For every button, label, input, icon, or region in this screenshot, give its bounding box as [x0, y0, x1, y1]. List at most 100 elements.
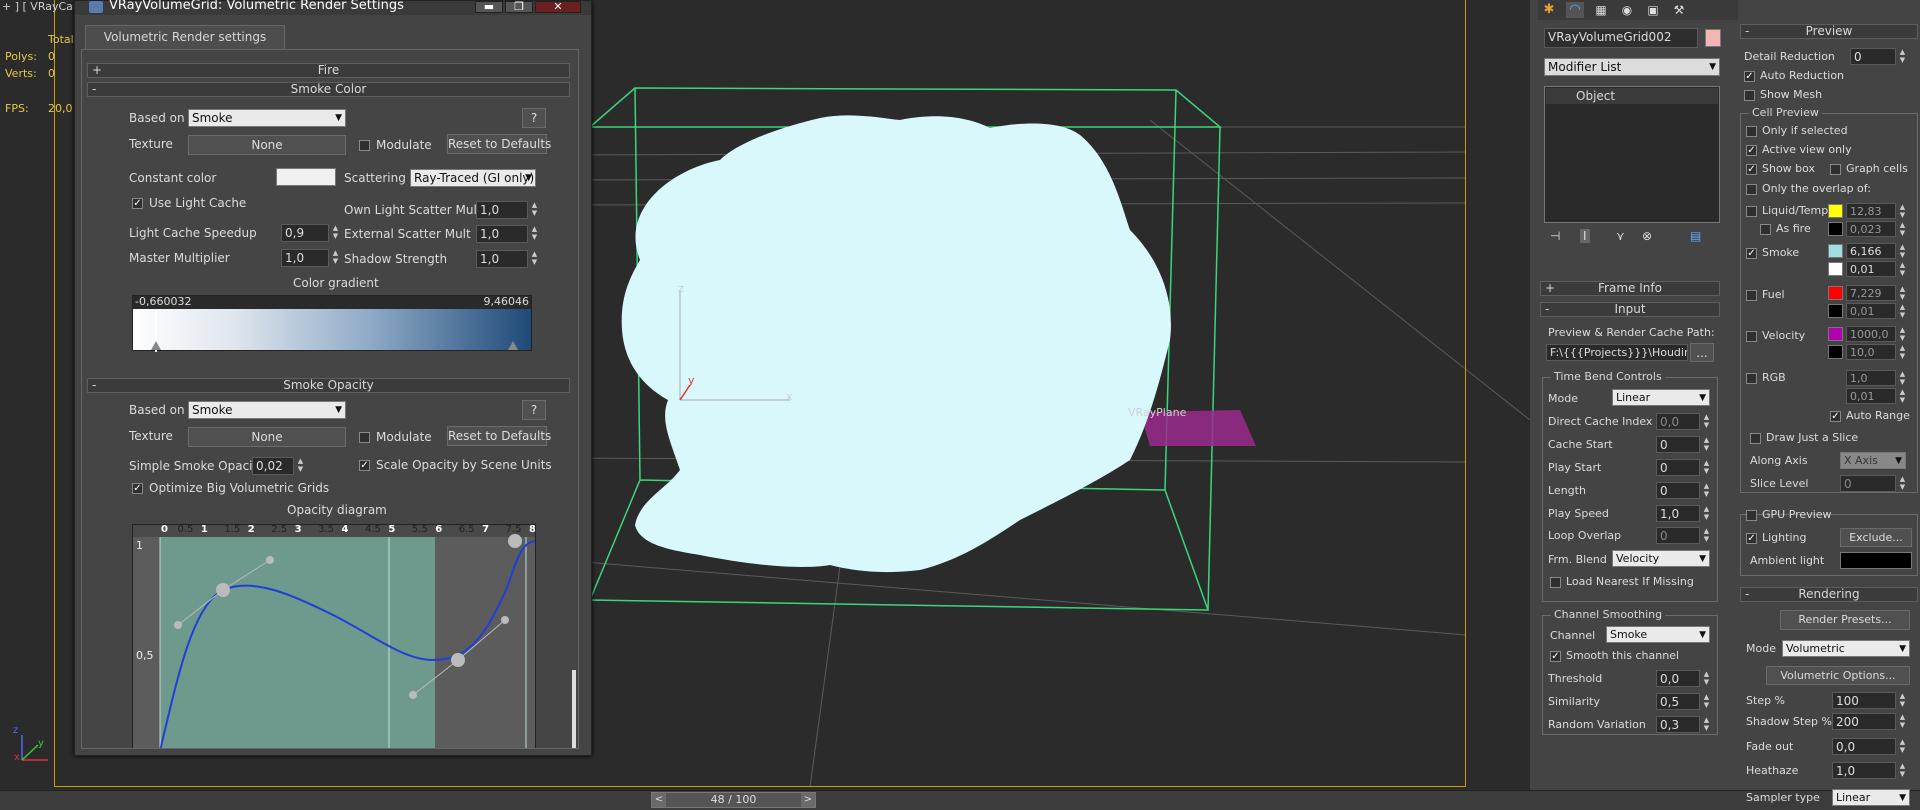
- fade-out-spinner[interactable]: ▲ ▼: [1898, 738, 1907, 755]
- rgb-value-2[interactable]: 0,01: [1846, 388, 1896, 404]
- cache-path-browse-button[interactable]: ...: [1690, 343, 1714, 362]
- fire-rollout-header[interactable]: + Fire: [87, 63, 570, 78]
- liquid-color-swatch-2[interactable]: [1828, 222, 1843, 236]
- direct-cache-input[interactable]: 0,0: [1656, 413, 1700, 430]
- similarity-spinner[interactable]: ▲ ▼: [1702, 693, 1711, 710]
- dialog-titlebar[interactable]: VRayVolumeGrid: Volumetric Render Settin…: [75, 0, 591, 15]
- smoke-spinner-1[interactable]: ▲ ▼: [1898, 243, 1907, 259]
- sampler-type-select[interactable]: Linear: [1832, 789, 1910, 806]
- detail-reduction-input[interactable]: 0: [1850, 48, 1896, 65]
- direct-cache-spinner[interactable]: ▲ ▼: [1702, 413, 1711, 430]
- graph-cells-checkbox[interactable]: [1830, 164, 1841, 175]
- lighting-checkbox[interactable]: ✓: [1746, 533, 1757, 544]
- simple-opacity-spinner[interactable]: ▲ ▼: [296, 457, 305, 475]
- auto-range-checkbox[interactable]: ✓: [1830, 411, 1841, 422]
- use-light-cache-checkbox[interactable]: ✓: [132, 198, 143, 209]
- create-tab-icon[interactable]: ✱: [1540, 2, 1558, 18]
- modifier-list-select[interactable]: Modifier List: [1544, 58, 1720, 76]
- fuel-value-2[interactable]: 0,01: [1846, 303, 1896, 319]
- show-mesh-checkbox[interactable]: [1744, 90, 1755, 101]
- threshold-input[interactable]: 0,0: [1656, 670, 1700, 687]
- fuel-spinner-1[interactable]: ▲ ▼: [1898, 285, 1907, 301]
- constant-color-swatch[interactable]: [276, 168, 336, 186]
- frame-info-rollout-header[interactable]: + Frame Info: [1540, 281, 1720, 296]
- own-light-spinner[interactable]: ▲ ▼: [530, 201, 539, 219]
- tab-volumetric-render-settings[interactable]: Volumetric Render settings: [85, 25, 285, 49]
- liquid-color-swatch[interactable]: [1828, 204, 1843, 218]
- heathaze-input[interactable]: 1,0: [1832, 762, 1896, 779]
- color-gradient-bar[interactable]: -0,660032 9,46046: [132, 295, 532, 352]
- shadow-step-input[interactable]: 200: [1832, 713, 1896, 730]
- only-overlap-checkbox[interactable]: [1746, 184, 1757, 195]
- hierarchy-tab-icon[interactable]: ▦: [1592, 2, 1610, 18]
- smoke-value-2[interactable]: 0,01: [1846, 261, 1896, 277]
- smoke-checkbox[interactable]: ✓: [1746, 248, 1757, 259]
- auto-reduction-checkbox[interactable]: ✓: [1744, 71, 1755, 82]
- input-rollout-header[interactable]: - Input: [1540, 302, 1720, 317]
- smoke-color-swatch-2[interactable]: [1828, 262, 1843, 276]
- detail-reduction-spinner[interactable]: ▲ ▼: [1898, 48, 1907, 65]
- time-slider[interactable]: < 48 / 100 >: [651, 792, 816, 808]
- smoke-color-swatch[interactable]: [1828, 244, 1843, 258]
- pin-stack-icon[interactable]: ⊣: [1550, 229, 1560, 243]
- preview-rollout-header[interactable]: - Preview: [1740, 24, 1918, 39]
- liquid-spinner-2[interactable]: ▲ ▼: [1898, 221, 1907, 237]
- ext-scatter-input[interactable]: 1,0: [476, 225, 528, 243]
- object-color-swatch[interactable]: [1705, 29, 1721, 47]
- velocity-spinner-1[interactable]: ▲ ▼: [1898, 326, 1907, 342]
- along-axis-select[interactable]: X Axis: [1840, 452, 1906, 469]
- frm-blend-select[interactable]: Velocity: [1612, 550, 1710, 567]
- fuel-color-swatch[interactable]: [1828, 286, 1843, 300]
- remove-modifier-icon[interactable]: ⊗: [1642, 229, 1652, 243]
- display-tab-icon[interactable]: ▣: [1644, 2, 1662, 18]
- play-start-input[interactable]: 0: [1656, 459, 1700, 476]
- similarity-input[interactable]: 0,5: [1656, 693, 1700, 710]
- rendering-rollout-header[interactable]: - Rendering: [1740, 587, 1918, 602]
- threshold-spinner[interactable]: ▲ ▼: [1702, 670, 1711, 687]
- smoke-color-rollout-header[interactable]: - Smoke Color: [87, 82, 570, 97]
- object-name-field[interactable]: VRayVolumeGrid002: [1544, 28, 1698, 48]
- panel-scrollbar[interactable]: [572, 670, 576, 748]
- step-input[interactable]: 100: [1832, 692, 1896, 709]
- exclude-button[interactable]: Exclude...: [1840, 528, 1912, 547]
- optimize-grids-checkbox[interactable]: ✓: [132, 483, 143, 494]
- smoke-spinner-2[interactable]: ▲ ▼: [1898, 261, 1907, 277]
- smoke-color-texture-button[interactable]: None: [188, 135, 346, 155]
- slice-level-spinner[interactable]: ▲ ▼: [1898, 475, 1907, 492]
- master-mult-spinner[interactable]: ▲ ▼: [331, 249, 340, 267]
- make-unique-icon[interactable]: ⋎: [1616, 229, 1625, 243]
- simple-opacity-input[interactable]: 0,02: [252, 457, 294, 475]
- smoke-opacity-texture-button[interactable]: None: [188, 427, 346, 447]
- gradient-key-left[interactable]: [151, 341, 161, 350]
- cache-path-input[interactable]: F:\{{{Projects}}}\Houdini: [1546, 344, 1688, 361]
- master-mult-input[interactable]: 1,0: [281, 249, 329, 267]
- load-nearest-checkbox[interactable]: [1550, 577, 1561, 588]
- liquid-value-1[interactable]: 12,83: [1846, 203, 1896, 219]
- cache-start-input[interactable]: 0: [1656, 436, 1700, 453]
- velocity-checkbox[interactable]: [1746, 331, 1757, 342]
- opacity-diagram[interactable]: 0 0.5 1 1.5 2 2.5 3 3.5 4 4.5 5 5.5 6 6.5 7 7.5 8 1 0,5: [132, 524, 536, 748]
- close-button[interactable]: ✕: [535, 1, 581, 13]
- scattering-select[interactable]: Ray-Traced (GI only): [410, 169, 536, 187]
- prev-frame-button[interactable]: <: [652, 793, 666, 807]
- smoke-opacity-modulate-checkbox[interactable]: [359, 432, 370, 443]
- tb-mode-select[interactable]: Linear: [1612, 389, 1710, 406]
- show-box-checkbox[interactable]: ✓: [1746, 164, 1757, 175]
- ambient-light-swatch[interactable]: [1840, 552, 1912, 569]
- fuel-color-swatch-2[interactable]: [1828, 304, 1843, 318]
- ext-scatter-spinner[interactable]: ▲ ▼: [530, 225, 539, 243]
- smoke-opacity-based-on-select[interactable]: Smoke: [188, 401, 346, 419]
- step-spinner[interactable]: ▲ ▼: [1898, 692, 1907, 709]
- play-start-spinner[interactable]: ▲ ▼: [1702, 459, 1711, 476]
- liquid-value-2[interactable]: 0,023: [1846, 221, 1896, 237]
- heathaze-spinner[interactable]: ▲ ▼: [1898, 762, 1907, 779]
- motion-tab-icon[interactable]: ◉: [1618, 2, 1636, 18]
- rgb-spinner-2[interactable]: ▲ ▼: [1898, 388, 1907, 404]
- only-selected-checkbox[interactable]: [1746, 126, 1757, 137]
- shadow-step-spinner[interactable]: ▲ ▼: [1898, 713, 1907, 730]
- modifier-stack[interactable]: Object: [1544, 86, 1720, 223]
- velocity-spinner-2[interactable]: ▲ ▼: [1898, 344, 1907, 360]
- velocity-color-swatch-2[interactable]: [1828, 345, 1843, 359]
- stack-item-object[interactable]: Object: [1546, 88, 1718, 104]
- shadow-strength-spinner[interactable]: ▲ ▼: [530, 250, 539, 268]
